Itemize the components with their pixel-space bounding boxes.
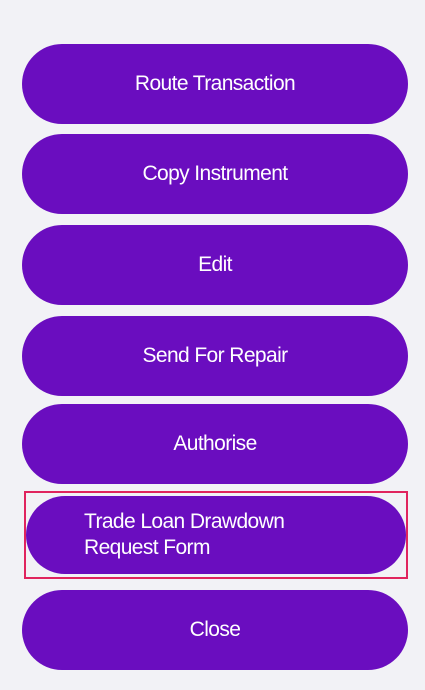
send-for-repair-button[interactable]: Send For Repair: [22, 316, 408, 396]
authorise-button[interactable]: Authorise: [22, 404, 408, 484]
trade-loan-drawdown-label: Trade Loan Drawdown Request Form: [84, 510, 285, 559]
route-transaction-label: Route Transaction: [134, 72, 296, 95]
trade-loan-drawdown-request-form-button[interactable]: Trade Loan Drawdown Request Form: [26, 496, 406, 574]
authorise-label: Authorise: [173, 432, 257, 455]
send-for-repair-label: Send For Repair: [142, 344, 288, 367]
close-label: Close: [189, 618, 241, 641]
edit-label: Edit: [198, 253, 232, 276]
copy-instrument-button[interactable]: Copy Instrument: [22, 134, 408, 214]
route-transaction-button[interactable]: Route Transaction: [22, 44, 408, 124]
copy-instrument-label: Copy Instrument: [142, 162, 288, 185]
edit-button[interactable]: Edit: [22, 225, 408, 305]
action-panel: Route Transaction Copy Instrument Edit S…: [0, 0, 425, 690]
close-button[interactable]: Close: [22, 590, 408, 670]
